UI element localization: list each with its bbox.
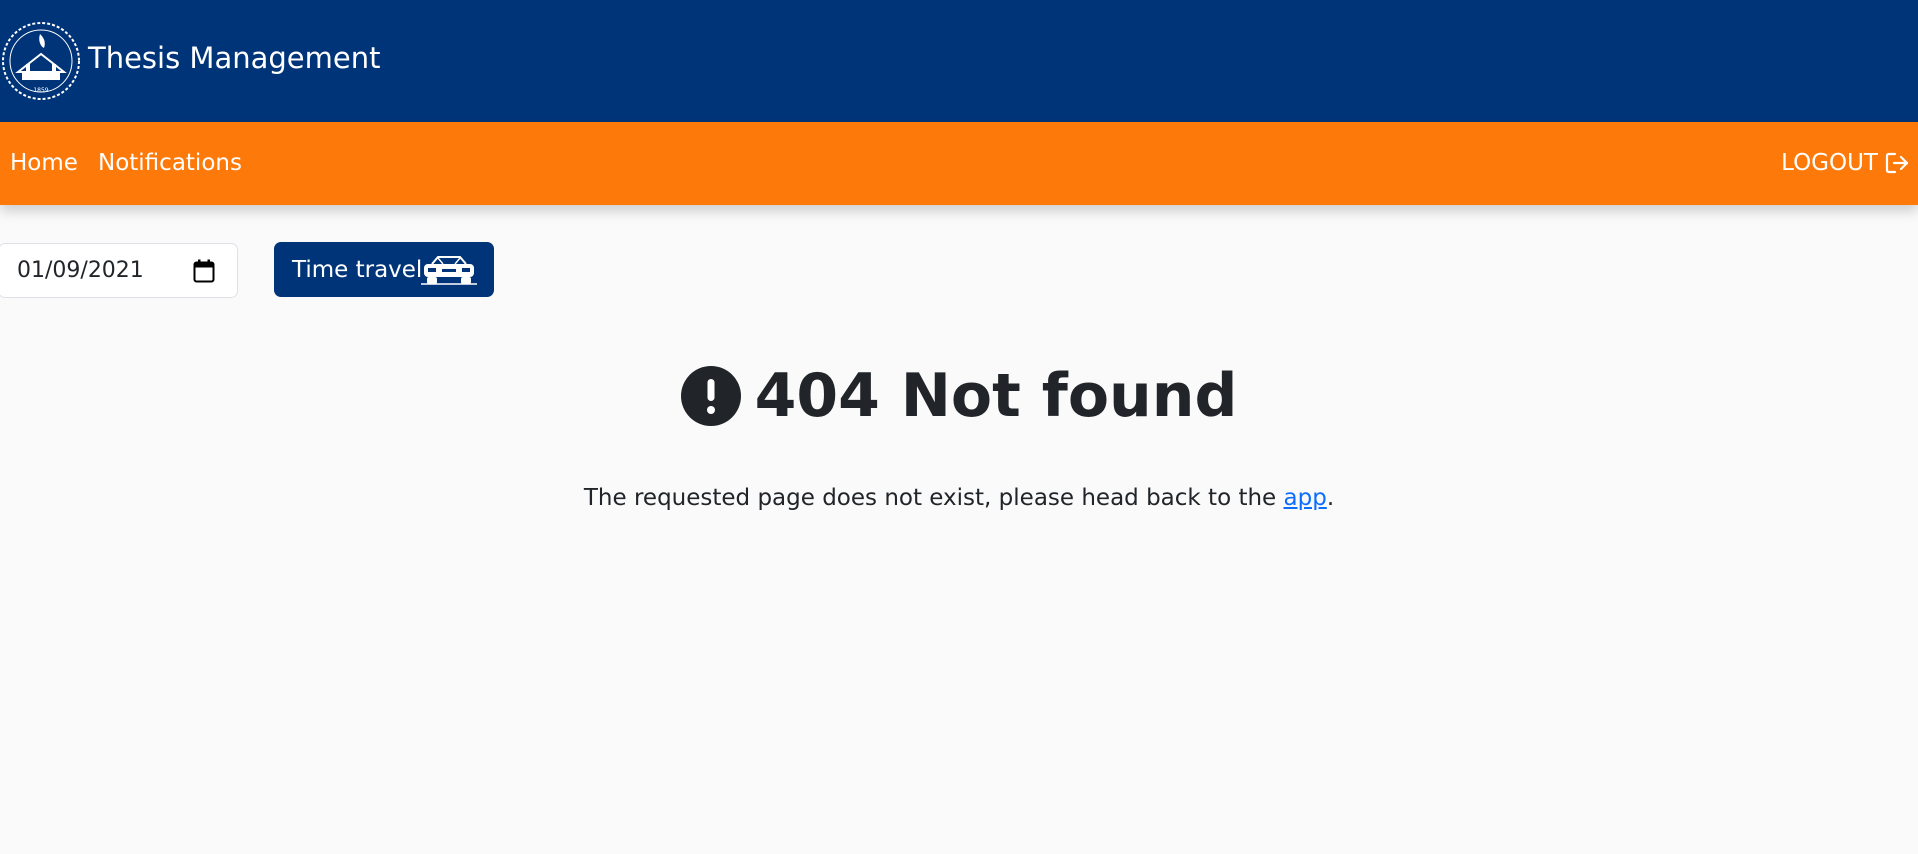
- logout-arrow-icon: [1885, 152, 1909, 174]
- nav-notifications-link[interactable]: Notifications: [98, 147, 242, 179]
- nav-home-link[interactable]: Home: [10, 147, 78, 179]
- error-title: 404 Not found: [754, 361, 1238, 431]
- car-icon: [421, 256, 477, 285]
- logout-label: LOGOUT: [1781, 150, 1878, 176]
- logout-button[interactable]: LOGOUT: [1781, 147, 1910, 179]
- error-message-suffix: .: [1326, 485, 1335, 511]
- error-message: The requested page does not exist, pleas…: [0, 482, 1918, 514]
- date-input[interactable]: 01/09/2021: [0, 243, 238, 298]
- calendar-icon[interactable]: [193, 259, 215, 283]
- app-link[interactable]: app: [1284, 485, 1327, 511]
- app-title: Thesis Management: [88, 41, 381, 75]
- time-travel-button[interactable]: Time travel: [274, 242, 494, 297]
- exclamation-circle-icon: [680, 366, 741, 426]
- nav-bar: Home Notifications LOGOUT: [0, 122, 1918, 205]
- header-bar: 1859 Thesis Management: [0, 0, 1918, 122]
- error-heading: 404 Not found: [0, 360, 1918, 432]
- date-value: 01/09/2021: [17, 258, 144, 283]
- error-message-text: The requested page does not exist, pleas…: [583, 485, 1284, 511]
- svg-text:1859: 1859: [33, 87, 48, 94]
- university-seal-icon: 1859: [2, 22, 80, 100]
- time-travel-label: Time travel: [292, 256, 423, 283]
